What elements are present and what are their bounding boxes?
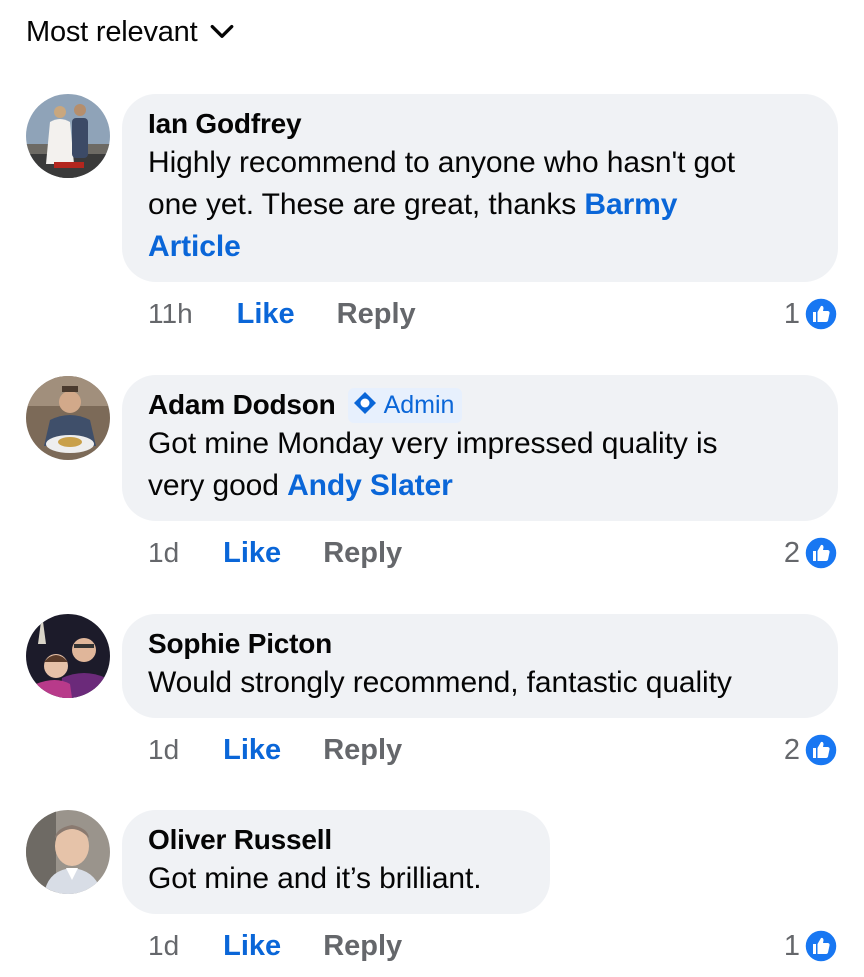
reaction-count: 2 (783, 733, 800, 766)
comment-bubble: Oliver Russell Got mine and it’s brillia… (122, 810, 550, 914)
comment-text: Got mine and it’s brilliant. (148, 862, 482, 895)
comment-timestamp[interactable]: 11h (148, 298, 193, 330)
reply-button[interactable]: Reply (337, 298, 416, 331)
comment-actions: 1d Like Reply 2 (148, 533, 838, 573)
reaction-summary[interactable]: 2 (784, 536, 838, 570)
mention-link[interactable]: Barmy (584, 188, 677, 221)
comment-text-line: one yet. These are great, thanks (148, 188, 585, 221)
reaction-summary[interactable]: 1 (784, 297, 838, 331)
thumbs-up-icon (804, 733, 838, 767)
comment-text: Got mine Monday very impressed quality i… (148, 423, 812, 507)
sort-dropdown[interactable]: Most relevant (26, 12, 235, 52)
comment-author[interactable]: Adam Dodson (148, 389, 336, 421)
avatar[interactable] (26, 94, 110, 178)
reaction-count: 2 (783, 536, 800, 569)
reaction-summary[interactable]: 1 (784, 929, 838, 963)
comment-text-line: Got mine Monday very impressed quality i… (148, 427, 718, 460)
sort-label: Most relevant (26, 15, 198, 48)
comment-text-line: Highly recommend to anyone who hasn't go… (148, 146, 735, 179)
avatar[interactable] (26, 810, 110, 894)
like-button[interactable]: Like (223, 537, 281, 570)
like-button[interactable]: Like (223, 930, 281, 963)
comment-author[interactable]: Ian Godfrey (148, 108, 302, 140)
reply-button[interactable]: Reply (323, 930, 402, 963)
comment-actions: 11h Like Reply 1 (148, 294, 838, 334)
comment-bubble: Sophie Picton Would strongly recommend, … (122, 614, 838, 718)
comment-actions: 1d Like Reply 2 (148, 730, 838, 770)
reaction-count: 1 (783, 929, 800, 962)
admin-shield-icon (352, 390, 378, 421)
avatar[interactable] (26, 614, 110, 698)
admin-badge[interactable]: Admin (347, 387, 463, 423)
comment-author[interactable]: Oliver Russell (148, 824, 332, 856)
comment-timestamp[interactable]: 1d (148, 734, 179, 766)
comment-bubble: Adam Dodson Admin Got mine Monday very i… (122, 375, 838, 521)
mention-link[interactable]: Andy Slater (287, 469, 453, 502)
like-button[interactable]: Like (237, 298, 295, 331)
comment-text-line: very good (148, 469, 288, 502)
mention-link[interactable]: Article (148, 230, 241, 263)
chevron-down-icon (209, 19, 235, 45)
comment-author[interactable]: Sophie Picton (148, 628, 332, 660)
reaction-count: 1 (783, 297, 800, 330)
comment-actions: 1d Like Reply 1 (148, 926, 838, 966)
thumbs-up-icon (804, 536, 838, 570)
comment-timestamp[interactable]: 1d (148, 537, 179, 569)
admin-badge-label: Admin (383, 390, 455, 419)
thumbs-up-icon (804, 929, 838, 963)
avatar[interactable] (26, 376, 110, 460)
reply-button[interactable]: Reply (323, 734, 402, 767)
like-button[interactable]: Like (223, 734, 281, 767)
comment-bubble: Ian Godfrey Highly recommend to anyone w… (122, 94, 838, 282)
comment-text: Highly recommend to anyone who hasn't go… (148, 142, 812, 268)
comment-text: Would strongly recommend, fantastic qual… (148, 666, 732, 699)
comment-timestamp[interactable]: 1d (148, 930, 179, 962)
reply-button[interactable]: Reply (323, 537, 402, 570)
reaction-summary[interactable]: 2 (784, 733, 838, 767)
thumbs-up-icon (804, 297, 838, 331)
